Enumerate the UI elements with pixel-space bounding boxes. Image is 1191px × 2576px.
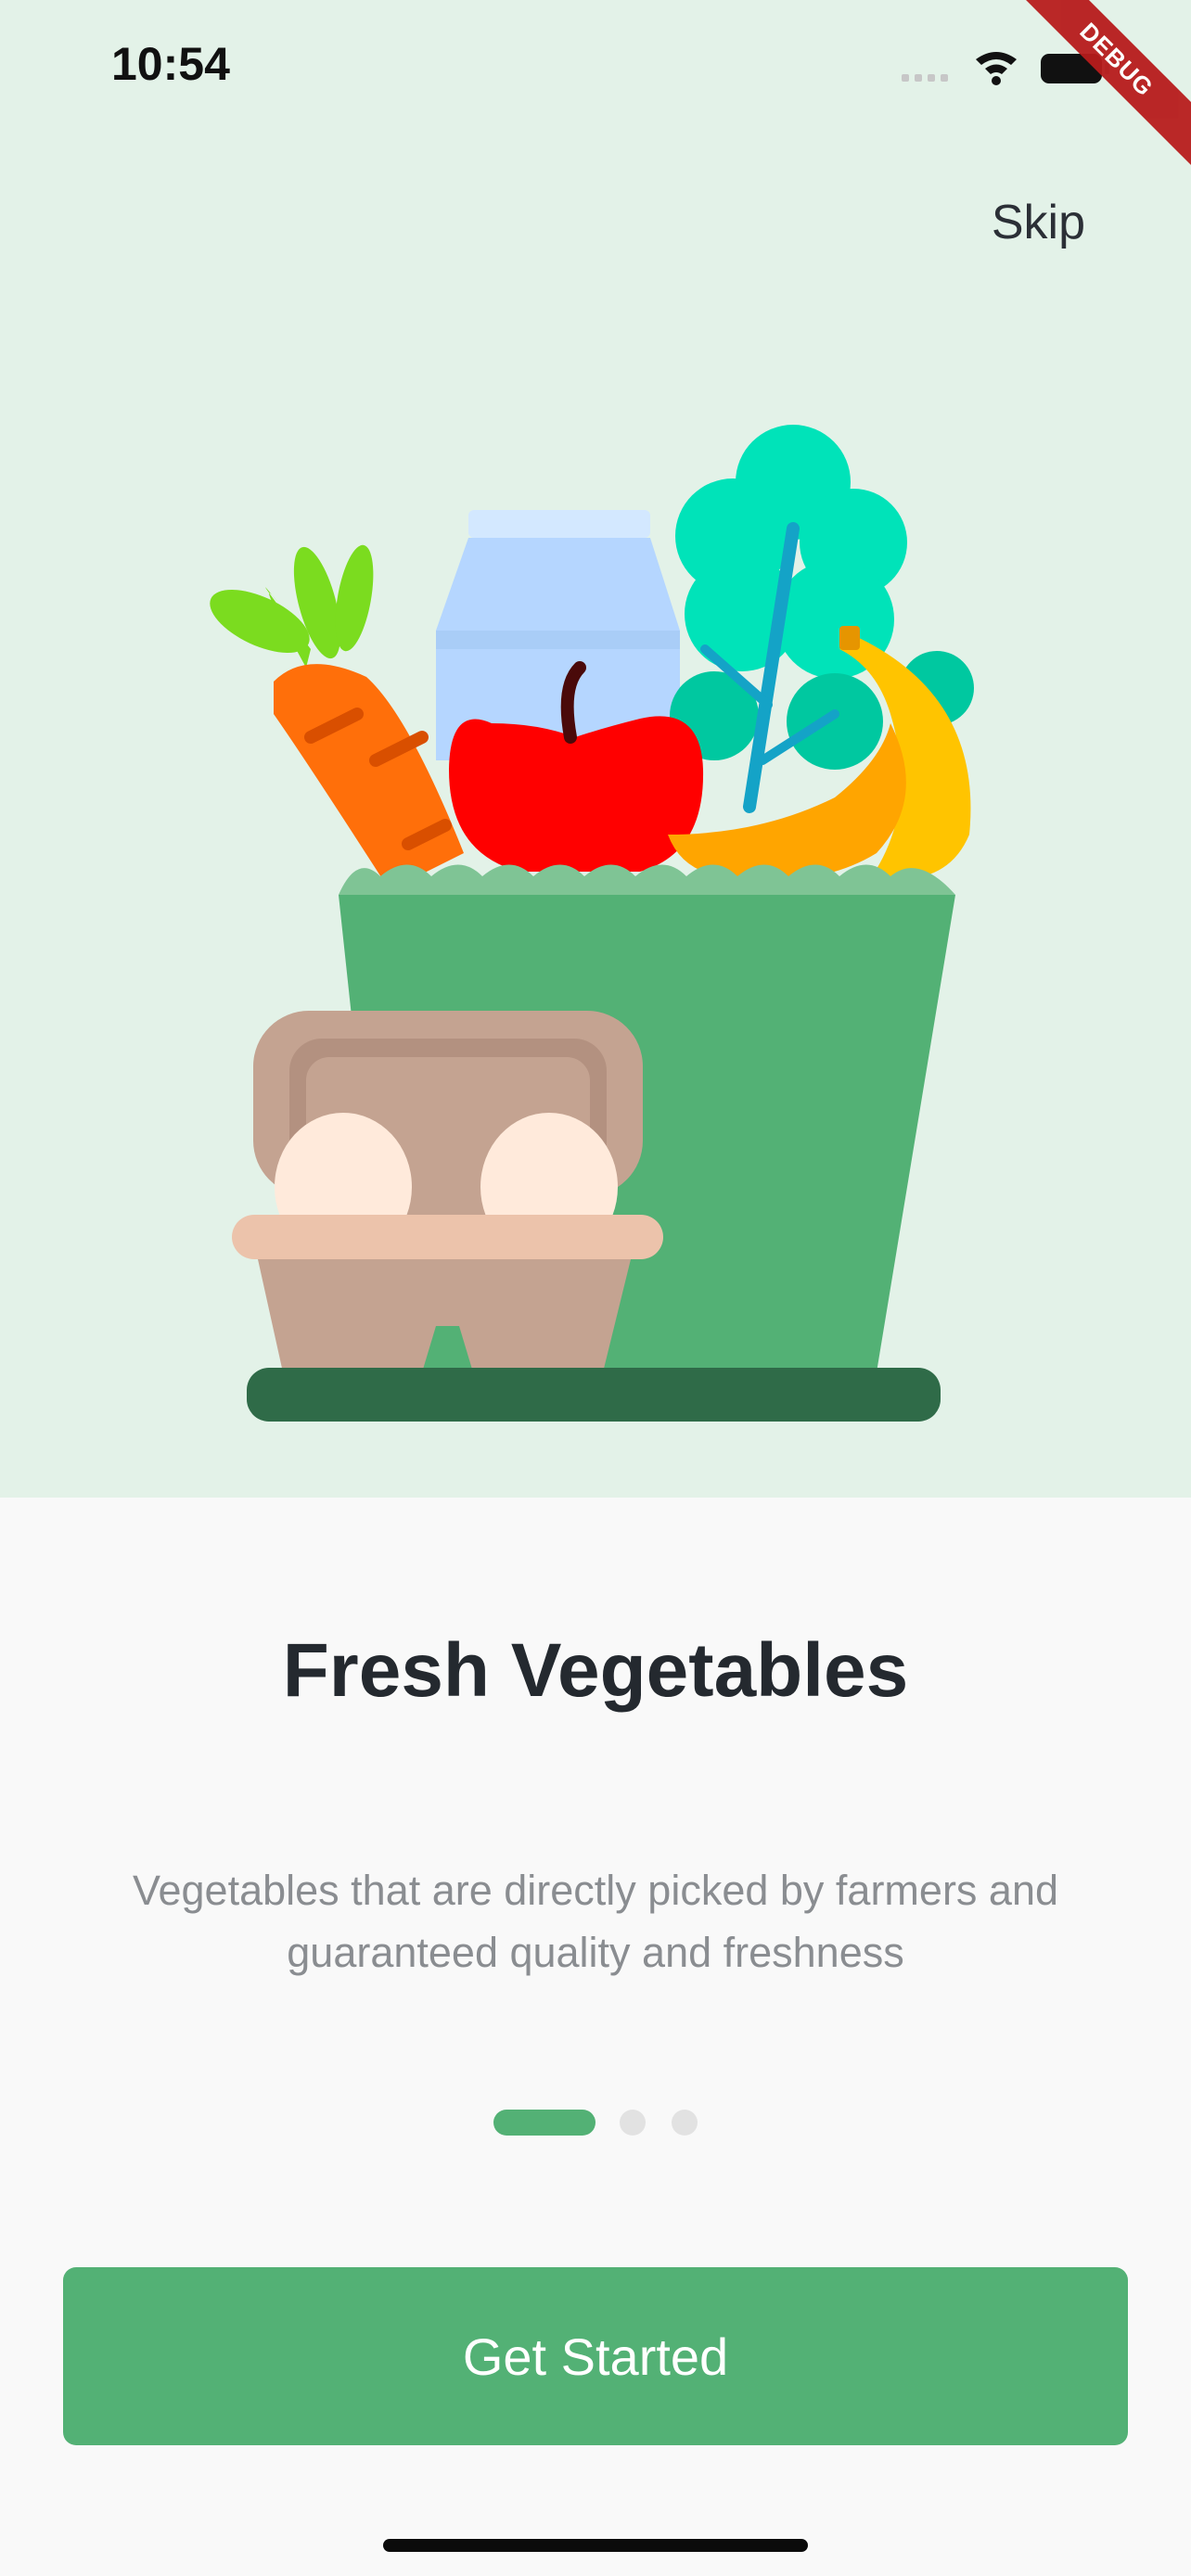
egg-carton [232, 1011, 663, 1372]
wifi-icon [976, 52, 1017, 85]
signal-icon [902, 74, 948, 82]
page-dot-3[interactable] [672, 2110, 698, 2136]
get-started-button[interactable]: Get Started [63, 2267, 1128, 2445]
skip-button[interactable]: Skip [992, 195, 1085, 250]
grocery-bag-illustration [210, 425, 974, 1422]
page-dot-2[interactable] [620, 2110, 646, 2136]
home-indicator [383, 2539, 808, 2552]
page-dot-1-active[interactable] [493, 2110, 596, 2136]
hero-section: 10:54 DEBUG Skip [0, 0, 1191, 1498]
ground-shadow [247, 1368, 941, 1422]
onboarding-subtitle: Vegetables that are directly picked by f… [132, 1867, 1059, 1976]
carrot [210, 544, 464, 890]
status-time: 10:54 [111, 38, 230, 90]
onboarding-title: Fresh Vegetables [282, 1628, 909, 1713]
status-bar: 10:54 [0, 0, 1191, 134]
page-indicator [0, 2110, 1191, 2137]
